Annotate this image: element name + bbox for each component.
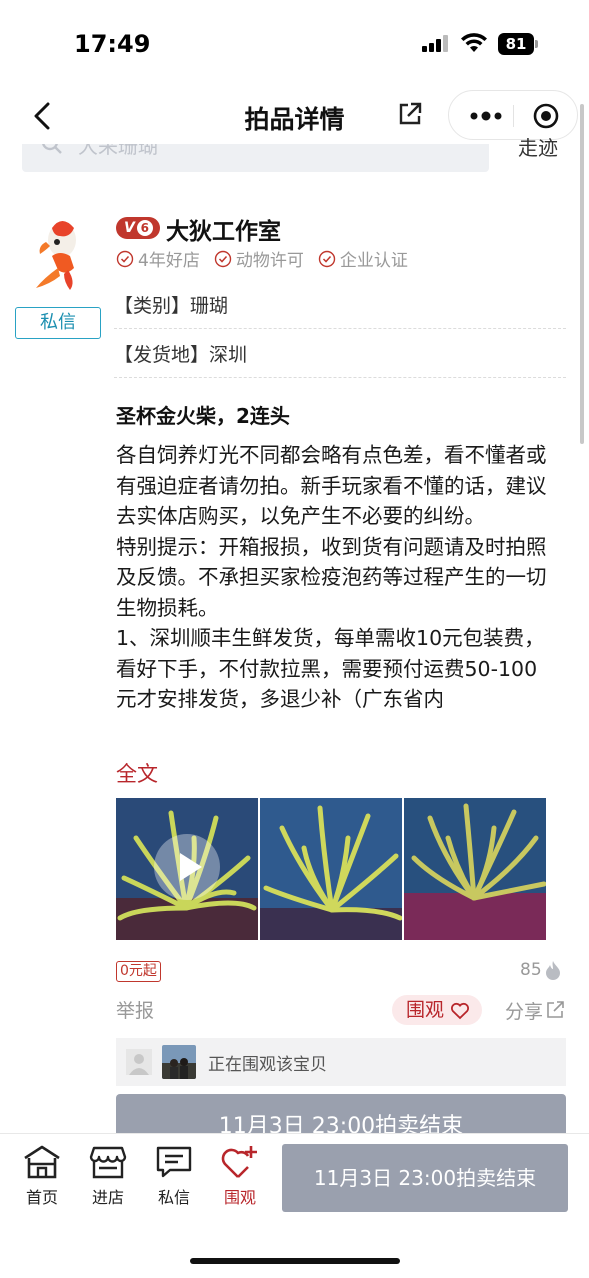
media-gallery (116, 798, 546, 940)
back-chevron-left-icon[interactable] (28, 96, 58, 136)
category-row: 【类别】珊瑚 (114, 291, 566, 329)
message-icon (156, 1146, 192, 1178)
user-placeholder-icon (126, 1049, 152, 1075)
auction-end-text: 11月3日 23:00拍卖结束 (218, 1114, 464, 1134)
watchers-text: 正在围观该宝贝 (208, 1055, 327, 1075)
tab-label: 围观 (223, 1188, 256, 1207)
share-icon (547, 1001, 564, 1018)
shop-avatar[interactable] (30, 212, 90, 292)
shop-name[interactable]: 大狄工作室 (166, 212, 281, 246)
tab-label: 进店 (91, 1188, 124, 1207)
search-icon (40, 144, 64, 156)
watch-label: 围观 (406, 999, 445, 1021)
item-title: 圣杯金火柴，2连头 (116, 404, 290, 428)
status-time: 17:49 (74, 30, 151, 58)
image-thumbnail[interactable] (404, 798, 546, 940)
home-indicator[interactable] (190, 1258, 400, 1264)
start-price-badge: 0元起 (116, 961, 161, 982)
heart-icon (451, 1002, 469, 1020)
search-input[interactable]: 大采珊瑚 (22, 144, 489, 172)
report-link[interactable]: 举报 (116, 996, 154, 1023)
tab-home[interactable]: 首页 (12, 1144, 72, 1208)
more-dots-icon[interactable] (469, 108, 503, 122)
wifi-icon (460, 32, 488, 54)
cert-good-store: 4年好店 (116, 246, 200, 271)
bottom-tab-bar: 首页 进店 私信 围观 11月3日 23:00拍卖结束 (0, 1133, 589, 1278)
battery-level: 81 (498, 33, 534, 55)
watchers-bar: 正在围观该宝贝 (116, 1038, 566, 1086)
item-description: 各自饲养灯光不同都会略有点色差，看不懂者或有强迫症者请勿拍。新手玩家看不懂的话，… (116, 443, 547, 711)
share-button[interactable]: 分享 (505, 997, 564, 1024)
home-icon (24, 1145, 60, 1179)
cert-enterprise: 企业认证 (318, 246, 408, 271)
tab-watch[interactable]: 围观 (210, 1144, 270, 1208)
nav-bar: 拍品详情 (0, 88, 589, 144)
full-text-link[interactable]: 全文 (116, 758, 158, 788)
scrollbar[interactable] (580, 104, 584, 444)
search-action[interactable]: 走迹 (518, 130, 558, 158)
dm-button[interactable]: 私信 (15, 307, 101, 339)
target-icon[interactable] (533, 103, 559, 129)
cert-label: 4年好店 (138, 251, 200, 271)
search-placeholder: 大采珊瑚 (78, 144, 158, 158)
check-circle-icon (318, 250, 336, 267)
check-circle-icon (116, 250, 134, 267)
avatar (162, 1045, 196, 1079)
video-thumbnail[interactable] (116, 798, 258, 940)
share-label: 分享 (505, 1001, 544, 1023)
ship-from-row: 【发货地】深圳 (114, 340, 566, 378)
cert-animal-license: 动物许可 (214, 246, 304, 271)
auction-end-notice: 11月3日 23:00拍卖结束 (116, 1094, 566, 1134)
search-action-label: 走迹 (518, 136, 558, 158)
status-bar: 17:49 81 (0, 0, 589, 88)
watch-button[interactable]: 围观 (392, 995, 482, 1025)
play-icon[interactable] (154, 834, 220, 900)
check-circle-icon (214, 250, 232, 267)
heat-value: 85 (520, 960, 542, 980)
cert-label: 企业认证 (339, 251, 408, 271)
image-thumbnail[interactable] (260, 798, 402, 940)
heart-plus-icon (221, 1146, 257, 1178)
tab-label: 私信 (157, 1188, 190, 1207)
tab-store[interactable]: 进店 (78, 1144, 138, 1208)
heat-count: 85 (520, 960, 562, 980)
vip-label: V (124, 220, 135, 236)
external-link-icon[interactable] (396, 100, 424, 128)
cert-label: 动物许可 (235, 251, 304, 271)
battery-icon: 81 (498, 33, 538, 55)
flame-icon (545, 961, 560, 980)
tab-messages[interactable]: 私信 (144, 1144, 204, 1208)
mini-program-capsule (448, 90, 578, 140)
auction-end-button[interactable]: 11月3日 23:00拍卖结束 (282, 1144, 568, 1212)
signal-icon (422, 34, 450, 52)
shop-certifications: 4年好店 动物许可 企业认证 (116, 246, 408, 271)
vip-badge: V6 (116, 217, 160, 239)
vip-level: 6 (136, 220, 153, 236)
store-icon (89, 1146, 127, 1179)
tab-label: 首页 (25, 1188, 58, 1207)
